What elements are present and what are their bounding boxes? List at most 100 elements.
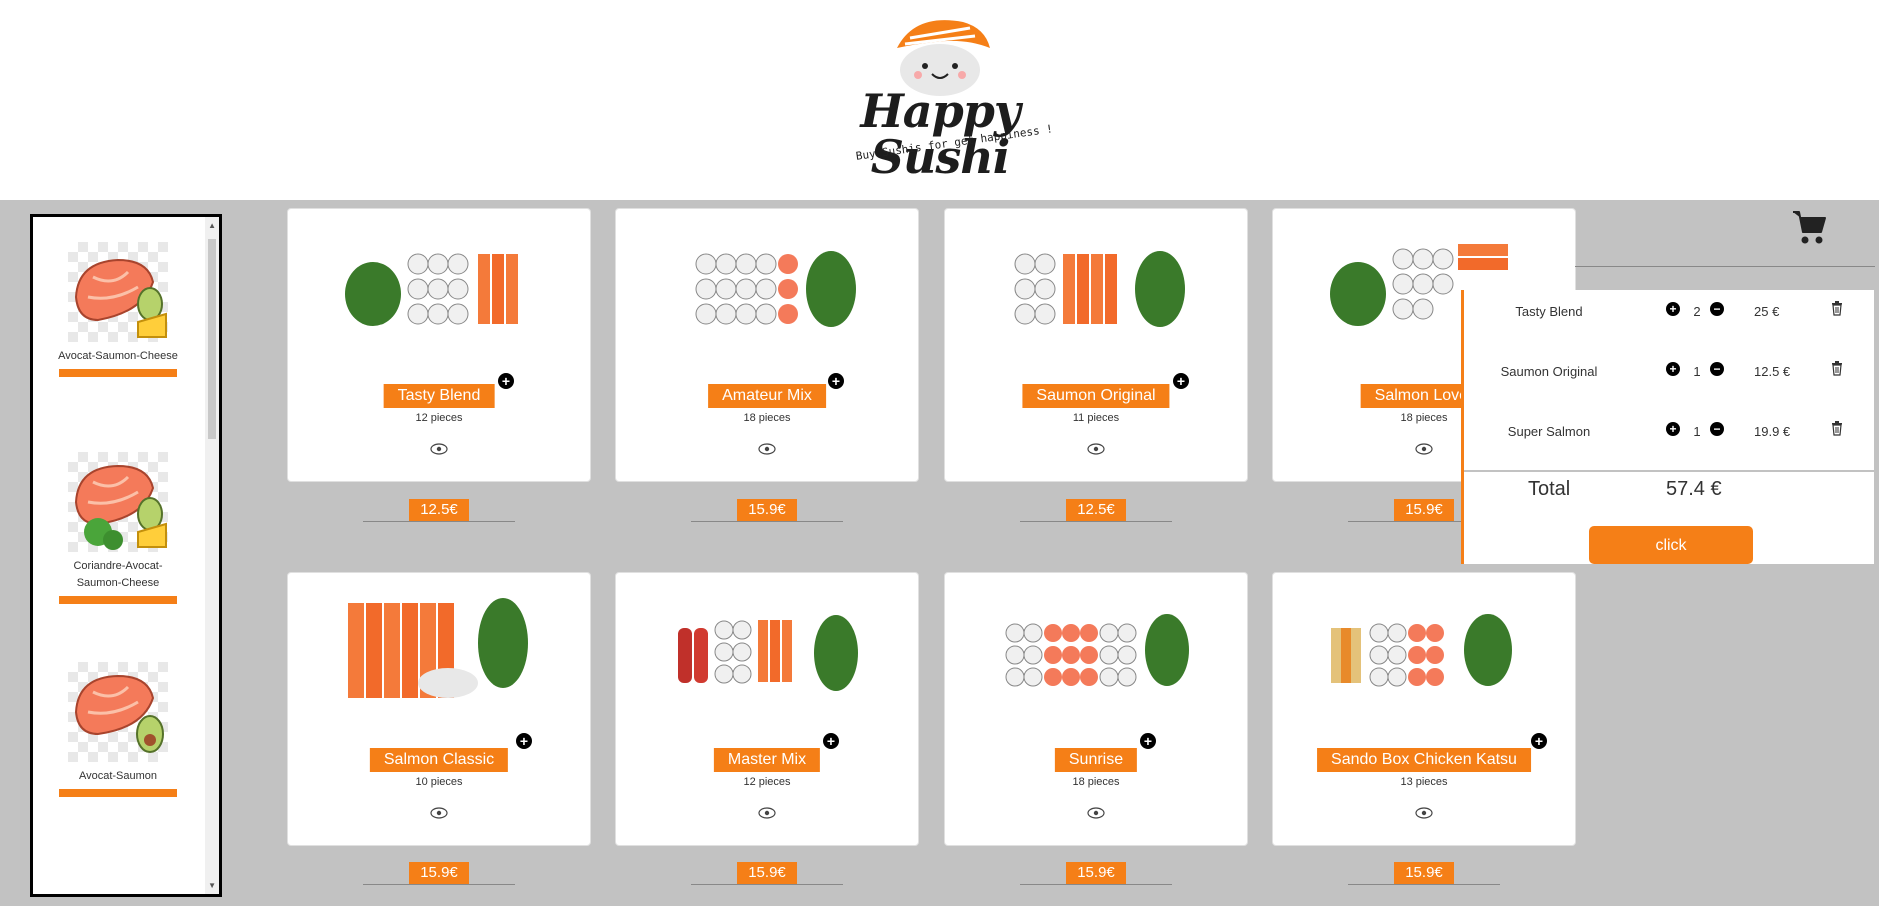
product-card[interactable]: Sunrise + 18 pieces <box>944 572 1248 846</box>
ingredients-sidebar: Avocat-Saumon-Cheese Coriandre-Avocat-Sa… <box>30 214 222 897</box>
product-image <box>348 598 528 698</box>
happy-sushi-logo[interactable]: Happy Sushi Buy Sushis for get happiness… <box>835 8 1054 180</box>
sidebar-item-bar <box>59 596 177 604</box>
checkout-button[interactable]: click <box>1589 526 1753 564</box>
eye-icon[interactable] <box>758 807 776 819</box>
increase-quantity-icon[interactable]: + <box>1666 362 1680 376</box>
sidebar-item[interactable]: Avocat-Saumon <box>58 662 178 797</box>
sidebar-item[interactable]: Coriandre-Avocat-Saumon-Cheese <box>58 452 178 604</box>
cart-item-name: Super Salmon <box>1507 424 1591 439</box>
cart-item-name: Saumon Original <box>1500 364 1598 379</box>
price-underline <box>1020 521 1172 522</box>
add-to-cart-icon[interactable]: + <box>828 373 844 389</box>
scroll-up-icon[interactable]: ▲ <box>208 221 216 230</box>
header: Happy Sushi Buy Sushis for get happiness… <box>0 0 1879 200</box>
product-card[interactable]: Saumon Original + 11 pieces <box>944 208 1248 482</box>
increase-quantity-icon[interactable]: + <box>1666 302 1680 316</box>
cart-item-quantity: 1 <box>1693 364 1701 379</box>
total-value: 57.4 € <box>1666 478 1722 500</box>
trash-icon[interactable] <box>1831 421 1843 436</box>
product-card[interactable]: Salmon Classic + 10 pieces <box>287 572 591 846</box>
price-underline <box>363 884 515 885</box>
eye-icon[interactable] <box>1087 443 1105 455</box>
price-tag: 15.9€ <box>737 862 797 884</box>
product-image <box>1005 614 1189 687</box>
decrease-quantity-icon[interactable]: − <box>1710 422 1724 436</box>
price-tag: 15.9€ <box>1066 862 1126 884</box>
total-label: Total <box>1528 478 1571 500</box>
sidebar-item-label: Coriandre-Avocat-Saumon-Cheese <box>73 560 163 589</box>
salmon-coriander-avocado-cheese-icon <box>68 452 168 552</box>
price-underline <box>1020 884 1172 885</box>
eye-icon[interactable] <box>1087 807 1105 819</box>
product-image <box>1331 614 1512 687</box>
add-to-cart-icon[interactable]: + <box>823 733 839 749</box>
product-image <box>1014 251 1185 327</box>
cart-item-quantity: 1 <box>1693 424 1701 439</box>
cart-item-price: 25 € <box>1754 304 1780 319</box>
product-price: 15.9€ <box>691 862 843 885</box>
price-tag: 15.9€ <box>409 862 469 884</box>
product-card[interactable]: Sando Box Chicken Katsu + 13 pieces <box>1272 572 1576 846</box>
product-price: 15.9€ <box>1348 862 1500 885</box>
product-pieces: 18 pieces <box>743 412 791 424</box>
product-card[interactable]: Amateur Mix + 18 pieces <box>615 208 919 482</box>
product-card[interactable]: Master Mix + 12 pieces <box>615 572 919 846</box>
product-pieces: 11 pieces <box>1072 412 1120 424</box>
salmon-avocado-cheese-icon <box>68 242 168 342</box>
product-image <box>678 615 858 691</box>
product-card[interactable]: Tasty Blend + 12 pieces <box>287 208 591 482</box>
increase-quantity-icon[interactable]: + <box>1666 422 1680 436</box>
product-name: Amateur Mix <box>708 384 826 408</box>
product-price: 15.9€ <box>691 499 843 522</box>
cart-item: Tasty Blend + 2 − 25 € <box>1464 290 1874 330</box>
price-tag: 15.9€ <box>737 499 797 521</box>
add-to-cart-icon[interactable]: + <box>1140 733 1156 749</box>
price-tag: 15.9€ <box>1394 499 1454 521</box>
cart-item-name: Tasty Blend <box>1515 304 1583 319</box>
trash-icon[interactable] <box>1831 361 1843 376</box>
decrease-quantity-icon[interactable]: − <box>1710 302 1724 316</box>
cart-icon[interactable] <box>1791 208 1827 246</box>
cart-item: Saumon Original + 1 − 12.5 € <box>1464 350 1874 390</box>
eye-icon[interactable] <box>758 443 776 455</box>
sidebar-item-label: Avocat-Saumon <box>78 770 158 782</box>
decrease-quantity-icon[interactable]: − <box>1710 362 1724 376</box>
sidebar-scrollbar[interactable]: ▲ ▼ <box>205 217 219 894</box>
add-to-cart-icon[interactable]: + <box>516 733 532 749</box>
product-name: Master Mix <box>713 748 821 772</box>
cart-divider <box>1575 266 1875 267</box>
product-price: 15.9€ <box>363 862 515 885</box>
product-price: 15.9€ <box>1020 862 1172 885</box>
product-price: 12.5€ <box>363 499 515 522</box>
add-to-cart-icon[interactable]: + <box>1531 733 1547 749</box>
scroll-down-icon[interactable]: ▼ <box>208 881 216 890</box>
cart-item-price: 12.5 € <box>1754 364 1791 379</box>
cart-separator <box>1464 470 1874 472</box>
cart-item: Super Salmon + 1 − 19.9 € <box>1464 410 1874 450</box>
cart-item-quantity: 2 <box>1693 304 1701 319</box>
sidebar-item-bar <box>59 369 177 377</box>
product-name: Saumon Original <box>1022 384 1170 408</box>
eye-icon[interactable] <box>1415 443 1433 455</box>
add-to-cart-icon[interactable]: + <box>1173 373 1189 389</box>
scroll-thumb[interactable] <box>208 239 216 439</box>
add-to-cart-icon[interactable]: + <box>498 373 514 389</box>
cart-panel: Tasty Blend + 2 − 25 € Saumon Original +… <box>1461 290 1874 564</box>
product-price: 12.5€ <box>1020 499 1172 522</box>
sidebar-item-bar <box>59 789 177 797</box>
cart-item-price: 19.9 € <box>1754 424 1791 439</box>
price-tag: 12.5€ <box>1066 499 1126 521</box>
product-image <box>345 253 518 326</box>
eye-icon[interactable] <box>430 807 448 819</box>
trash-icon[interactable] <box>1831 301 1843 316</box>
price-tag: 12.5€ <box>409 499 469 521</box>
sidebar-item-label: Avocat-Saumon-Cheese <box>58 350 178 362</box>
eye-icon[interactable] <box>430 443 448 455</box>
product-name: Tasty Blend <box>383 384 495 408</box>
product-pieces: 10 pieces <box>415 776 463 788</box>
price-tag: 15.9€ <box>1394 862 1454 884</box>
sidebar-item[interactable]: Avocat-Saumon-Cheese <box>58 242 178 377</box>
eye-icon[interactable] <box>1415 807 1433 819</box>
product-pieces: 12 pieces <box>415 412 463 424</box>
